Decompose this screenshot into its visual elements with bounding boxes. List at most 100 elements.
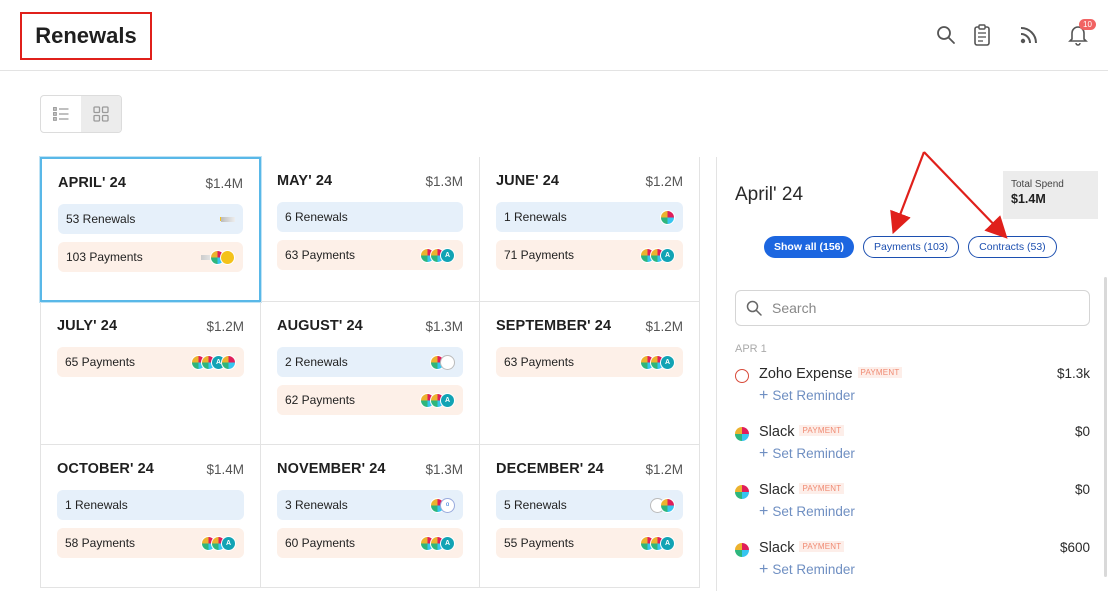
month-card-november[interactable]: NOVEMBER' 24 $1.3M 3 Renewals o 60 Payme… [261, 445, 480, 588]
vendor-avatars: A [640, 247, 675, 263]
search-icon[interactable] [934, 22, 958, 48]
vendor-avatars: A [201, 535, 236, 551]
payments-pill[interactable]: 55 Payments A [496, 528, 683, 558]
list-icon [53, 107, 69, 121]
payments-pill[interactable]: 63 Payments A [277, 240, 463, 270]
set-reminder-link[interactable]: + Set Reminder [759, 561, 855, 579]
renewals-pill[interactable]: 1 Renewals [496, 202, 683, 232]
payments-count: 63 Payments [504, 355, 575, 369]
payments-pill[interactable]: 103 Payments [58, 242, 243, 272]
list-item[interactable]: Slack PAYMENT $0 + Set Reminder [735, 481, 1090, 531]
month-card-october[interactable]: OCTOBER' 24 $1.4M 1 Renewals 58 Payments… [40, 445, 261, 588]
vendor-logo-icon: A [660, 535, 675, 551]
scrollbar[interactable] [1104, 277, 1107, 577]
vendor-logo-icon: A [221, 535, 236, 551]
month-card-july[interactable]: JULY' 24 $1.2M 65 Payments A [40, 302, 261, 445]
filter-contracts[interactable]: Contracts (53) [968, 236, 1057, 258]
renewals-pill[interactable]: 5 Renewals [496, 490, 683, 520]
renewals-pill[interactable]: 3 Renewals o [277, 490, 463, 520]
payments-pill[interactable]: 60 Payments A [277, 528, 463, 558]
renewals-pill[interactable]: 6 Renewals [277, 202, 463, 232]
month-spend: $1.2M [645, 461, 683, 477]
month-detail-panel: April' 24 Total Spend $1.4M Show all (15… [716, 157, 1108, 591]
month-spend: $1.3M [425, 461, 463, 477]
month-card-june[interactable]: JUNE' 24 $1.2M 1 Renewals 71 Payments A [480, 157, 700, 302]
renewals-count: 53 Renewals [66, 212, 136, 226]
vendor-logo-icon [220, 249, 235, 265]
list-item[interactable]: Zoho Expense PAYMENT $1.3k + Set Reminder [735, 365, 1090, 415]
renewals-pill[interactable]: 53 Renewals [58, 204, 243, 234]
month-spend: $1.3M [425, 318, 463, 334]
slack-icon [735, 427, 749, 441]
payments-pill[interactable]: 63 Payments A [496, 347, 683, 377]
vendor-avatars: A [640, 354, 675, 370]
month-card-august[interactable]: AUGUST' 24 $1.3M 2 Renewals 62 Payments … [261, 302, 480, 445]
amount: $0 [1074, 424, 1090, 439]
renewals-pill[interactable]: 1 Renewals [57, 490, 244, 520]
vendor-avatars: A [420, 392, 455, 408]
month-name: SEPTEMBER' 24 [496, 318, 612, 334]
payments-pill[interactable]: 58 Payments A [57, 528, 244, 558]
clipboard-icon[interactable] [970, 22, 994, 48]
month-name: NOVEMBER' 24 [277, 461, 386, 477]
set-reminder-link[interactable]: + Set Reminder [759, 503, 855, 521]
total-spend-box: Total Spend $1.4M [1003, 171, 1098, 219]
vendor-logo-icon [440, 354, 455, 370]
grid-view-button[interactable] [81, 96, 121, 132]
set-reminder-label: Set Reminder [772, 562, 855, 577]
vendor-avatars [201, 249, 235, 265]
vendor-name: Slack [759, 540, 795, 556]
set-reminder-label: Set Reminder [772, 504, 855, 519]
vendor-avatars: o [430, 497, 455, 513]
month-name: JUNE' 24 [496, 173, 560, 189]
month-card-december[interactable]: DECEMBER' 24 $1.2M 5 Renewals 55 Payment… [480, 445, 700, 588]
list-view-button[interactable] [41, 96, 81, 132]
search-input[interactable] [772, 300, 1072, 316]
vendor-logo-icon: A [660, 354, 675, 370]
slack-icon [660, 209, 675, 225]
filter-payments[interactable]: Payments (103) [863, 236, 960, 258]
vendor-logo-icon: A [440, 247, 455, 263]
list-item[interactable]: Slack PAYMENT $600 + Set Reminder [735, 539, 1090, 589]
set-reminder-label: Set Reminder [772, 446, 855, 461]
vendor-logo-icon: A [660, 247, 675, 263]
month-name: DECEMBER' 24 [496, 461, 604, 477]
vendor-avatars [660, 209, 675, 225]
renewals-pill[interactable]: 2 Renewals [277, 347, 463, 377]
filter-show-all[interactable]: Show all (156) [764, 236, 855, 258]
top-header: Renewals 10 [0, 0, 1108, 71]
month-card-may[interactable]: MAY' 24 $1.3M 6 Renewals 63 Payments A [261, 157, 480, 302]
renewals-count: 2 Renewals [285, 355, 348, 369]
payments-pill[interactable]: 62 Payments A [277, 385, 463, 415]
vendor-avatars: A [640, 535, 675, 551]
month-name: APRIL' 24 [58, 175, 127, 191]
set-reminder-link[interactable]: + Set Reminder [759, 445, 855, 463]
month-name: AUGUST' 24 [277, 318, 363, 334]
renewals-count: 1 Renewals [504, 210, 567, 224]
vendor-avatars: A [420, 535, 455, 551]
set-reminder-link[interactable]: + Set Reminder [759, 387, 855, 405]
rss-icon[interactable] [1017, 22, 1041, 48]
payments-count: 71 Payments [504, 248, 575, 262]
vendor-name-row: Slack PAYMENT [759, 482, 845, 498]
vendor-name: Zoho Expense [759, 366, 853, 382]
payment-badge: PAYMENT [799, 425, 845, 436]
vendor-name: Slack [759, 424, 795, 440]
amount: $600 [1059, 540, 1090, 555]
slack-icon [221, 354, 236, 370]
list-item[interactable]: Slack PAYMENT $0 + Set Reminder [735, 423, 1090, 473]
panel-title: April' 24 [735, 184, 804, 205]
payments-pill[interactable]: 65 Payments A [57, 347, 244, 377]
set-reminder-label: Set Reminder [772, 388, 855, 403]
month-card-april[interactable]: APRIL' 24 $1.4M 53 Renewals 103 Payments [40, 157, 261, 302]
payments-pill[interactable]: 71 Payments A [496, 240, 683, 270]
payment-badge: PAYMENT [799, 483, 845, 494]
date-group-label: APR 1 [735, 343, 767, 355]
payments-count: 58 Payments [65, 536, 136, 550]
renewals-count: 3 Renewals [285, 498, 348, 512]
month-card-september[interactable]: SEPTEMBER' 24 $1.2M 63 Payments A [480, 302, 700, 445]
bell-icon[interactable]: 10 [1066, 19, 1096, 48]
filter-chips: Show all (156) Payments (103) Contracts … [764, 236, 1057, 258]
zoho-expense-icon [735, 369, 749, 383]
month-spend: $1.4M [205, 175, 243, 191]
